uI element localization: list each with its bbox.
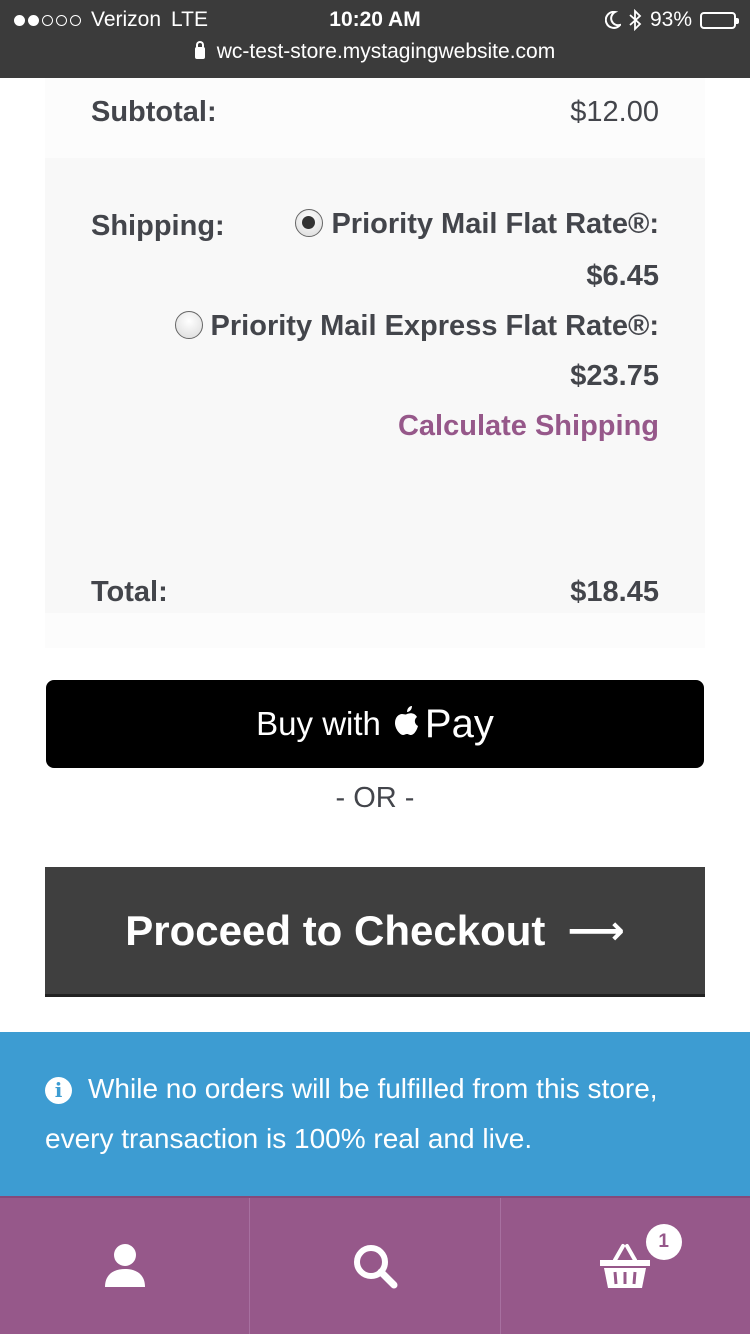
info-icon: i	[45, 1076, 72, 1104]
cart-icon	[600, 1244, 651, 1288]
battery-icon	[700, 11, 739, 29]
status-icons: 93%	[604, 8, 739, 32]
shipping-option-label: Priority Mail Flat Rate®:	[331, 208, 659, 240]
account-icon	[104, 1244, 145, 1287]
or-separator: - OR -	[335, 782, 415, 814]
arrow-right-icon: ⟶	[567, 908, 625, 953]
status-bar: Verizon LTE 10:20 AM 93% wc-test-store.m…	[0, 0, 750, 78]
apple-pay-text: Pay	[424, 701, 494, 746]
shipping-option-price: $6.45	[586, 260, 659, 292]
total-value: $18.45	[570, 576, 659, 608]
shipping-option-express[interactable]: Priority Mail Express Flat Rate®:	[174, 310, 659, 343]
shipping-option-price: $23.75	[570, 360, 659, 392]
nav-search[interactable]	[249, 1198, 499, 1334]
radio-button-checked[interactable]	[295, 209, 324, 237]
subtotal-label: Subtotal:	[91, 96, 217, 128]
cart-count-badge: 1	[645, 1224, 682, 1260]
shipping-option-priority[interactable]: Priority Mail Flat Rate®:	[295, 208, 659, 241]
proceed-to-checkout-button[interactable]: Proceed to Checkout ⟶	[45, 867, 705, 997]
notice-text: While no orders will be fulfilled from t…	[45, 1073, 658, 1154]
calculate-shipping-link[interactable]: Calculate Shipping	[398, 410, 659, 443]
store-notice: i While no orders will be fulfilled from …	[0, 1032, 750, 1198]
bottom-nav: 1	[0, 1196, 750, 1334]
total-label: Total:	[91, 576, 168, 608]
lock-icon	[194, 41, 205, 59]
shipping-option-label: Priority Mail Express Flat Rate®:	[210, 310, 659, 342]
checkout-label: Proceed to Checkout	[125, 906, 546, 954]
subtotal-value: $12.00	[570, 96, 659, 128]
nav-cart[interactable]: 1	[499, 1198, 750, 1334]
cart-totals: Subtotal: $12.00 Shipping: Priority Mail…	[45, 78, 705, 648]
apple-pay-prefix: Buy with	[256, 705, 381, 742]
radio-button[interactable]	[174, 311, 203, 339]
apple-pay-button[interactable]: Buy with Pay	[46, 680, 704, 768]
shipping-label: Shipping:	[91, 210, 225, 242]
nav-account[interactable]	[0, 1198, 249, 1334]
bluetooth-icon	[629, 9, 642, 31]
search-icon	[353, 1245, 398, 1289]
battery-percent: 93%	[649, 8, 692, 31]
apple-logo-icon	[394, 706, 418, 735]
url-bar[interactable]: wc-test-store.mystagingwebsite.com	[0, 40, 750, 64]
moon-icon	[604, 11, 621, 29]
url-text: wc-test-store.mystagingwebsite.com	[216, 40, 556, 63]
